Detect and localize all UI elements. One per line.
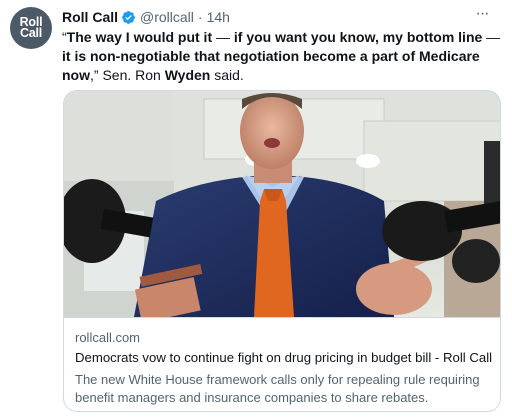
tweet-timestamp[interactable]: 14h bbox=[207, 9, 230, 25]
card-domain: rollcall.com bbox=[75, 330, 141, 345]
quote-close: ,” Sen. Ron bbox=[90, 67, 165, 83]
tweet-text: “The way I would put it — if you want yo… bbox=[62, 28, 502, 85]
senator-name: Wyden bbox=[164, 67, 211, 83]
quote-dash1: — bbox=[212, 29, 234, 45]
avatar[interactable]: Roll Call bbox=[10, 7, 52, 49]
more-options-icon[interactable]: ··· bbox=[472, 6, 492, 26]
card-body[interactable]: rollcall.com Democrats vow to continue f… bbox=[64, 317, 500, 411]
card-image[interactable] bbox=[64, 91, 500, 317]
separator-dot: · bbox=[197, 9, 203, 25]
tweet-quote-part1: The way I would put it bbox=[66, 29, 213, 45]
tweet-quote-part2: if you want you know, my bottom line bbox=[233, 29, 483, 45]
link-card[interactable]: rollcall.com Democrats vow to continue f… bbox=[63, 90, 501, 412]
card-description: The new White House framework calls only… bbox=[75, 372, 480, 405]
account-handle[interactable]: @rollcall bbox=[140, 9, 194, 25]
quote-dash2: — bbox=[482, 29, 501, 45]
avatar-text-line2: Call bbox=[19, 26, 43, 40]
card-headline: Democrats vow to continue fight on drug … bbox=[75, 350, 493, 365]
tweet[interactable]: Roll Call Roll Call @rollcall · 14h ··· … bbox=[0, 0, 512, 418]
verified-badge-icon bbox=[122, 10, 135, 24]
tweet-text-end: said. bbox=[210, 67, 244, 83]
tweet-header: Roll Call @rollcall · 14h ··· bbox=[62, 6, 502, 26]
account-name[interactable]: Roll Call bbox=[62, 9, 118, 25]
card-photo bbox=[64, 91, 500, 317]
